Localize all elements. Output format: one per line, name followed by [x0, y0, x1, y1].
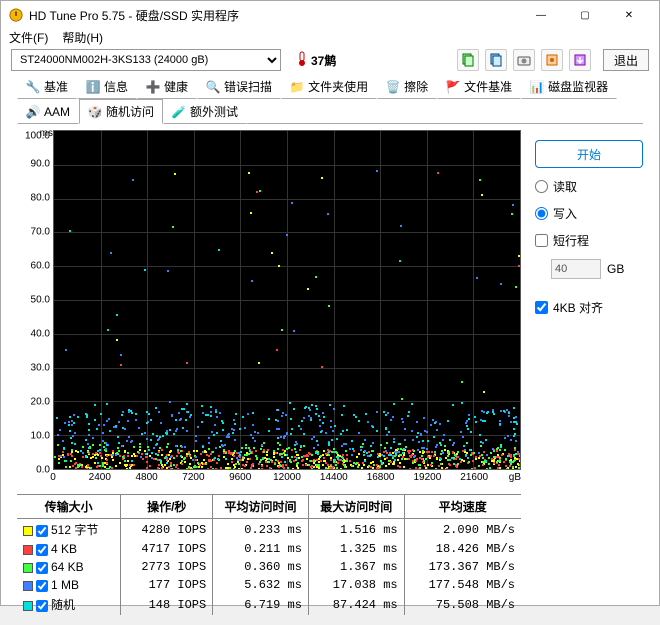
read-radio[interactable]: [535, 180, 548, 193]
table-row: 随机148 IOPS6.719 ms87.424 ms75.508 MB/s: [17, 594, 521, 615]
maximize-button[interactable]: ▢: [563, 1, 607, 29]
window-title: HD Tune Pro 5.75 - 硬盘/SSD 实用程序: [29, 7, 519, 24]
exit-button[interactable]: 退出: [603, 49, 649, 71]
close-button[interactable]: ✕: [607, 1, 651, 29]
short-stroke-checkbox[interactable]: [535, 234, 548, 247]
search-icon: 🔍: [206, 80, 220, 94]
series-checkbox[interactable]: [36, 562, 48, 574]
copy-result-button[interactable]: [485, 49, 507, 71]
x-axis: gB 0240048007200960012000144001680019200…: [53, 472, 521, 486]
tab-folder[interactable]: 📁文件夹使用: [281, 74, 377, 99]
th-max: 最大访问时间: [308, 495, 404, 519]
tab-monitor[interactable]: 📊磁盘监视器: [521, 74, 617, 99]
app-window: HD Tune Pro 5.75 - 硬盘/SSD 实用程序 — ▢ ✕ 文件(…: [0, 0, 660, 606]
gauge-icon: 🔧: [26, 80, 40, 94]
extra-icon: 🧪: [172, 105, 186, 119]
th-size: 传输大小: [17, 495, 121, 519]
th-ops: 操作/秒: [121, 495, 213, 519]
content: ms 0.010.020.030.040.050.060.070.080.090…: [1, 124, 659, 625]
health-icon: ➕: [146, 80, 160, 94]
table-row: 512 字节4280 IOPS0.233 ms1.516 ms2.090 MB/…: [17, 519, 521, 541]
side-panel: 开始 读取 写入 短行程 GB 4KB 对齐: [535, 130, 643, 615]
scatter-plot: [53, 130, 521, 470]
y-axis: ms 0.010.020.030.040.050.060.070.080.090…: [17, 130, 53, 470]
flag-icon: 🚩: [446, 80, 460, 94]
info-icon: ℹ️: [86, 80, 100, 94]
x-unit: gB: [509, 472, 521, 483]
short-stroke-input: [551, 259, 601, 279]
th-speed: 平均速度: [404, 495, 521, 519]
tab-erase[interactable]: 🗑️擦除: [377, 74, 437, 99]
series-checkbox[interactable]: [36, 544, 48, 556]
drive-select[interactable]: ST24000NM002H-3KS133 (24000 gB): [11, 49, 281, 71]
tab-extra[interactable]: 🧪额外测试: [163, 99, 247, 124]
series-checkbox[interactable]: [36, 580, 48, 592]
tab-health[interactable]: ➕健康: [137, 74, 197, 99]
temperature-readout: 37鹪: [297, 51, 336, 70]
thermometer-icon: [297, 51, 307, 70]
tab-random[interactable]: 🎲随机访问: [79, 99, 163, 124]
align-checkbox[interactable]: [535, 301, 548, 314]
settings-button[interactable]: [541, 49, 563, 71]
folder-icon: 📁: [290, 80, 304, 94]
write-radio[interactable]: [535, 207, 548, 220]
tabs: 🔧基准 ℹ️信息 ➕健康 🔍错误扫描 📁文件夹使用 🗑️擦除 🚩文件基准 📊磁盘…: [1, 74, 659, 124]
tab-error[interactable]: 🔍错误扫描: [197, 74, 281, 99]
copy-info-button[interactable]: [457, 49, 479, 71]
menu-file[interactable]: 文件(F): [9, 29, 48, 46]
table-row: 4 KB4717 IOPS0.211 ms1.325 ms18.426 MB/s: [17, 540, 521, 558]
dice-icon: 🎲: [88, 105, 102, 119]
tab-info[interactable]: ℹ️信息: [77, 74, 137, 99]
speaker-icon: 🔊: [26, 105, 40, 119]
monitor-icon: 📊: [530, 80, 544, 94]
results-table: 传输大小 操作/秒 平均访问时间 最大访问时间 平均速度 512 字节4280 …: [17, 494, 521, 615]
erase-icon: 🗑️: [386, 80, 400, 94]
tab-benchmark[interactable]: 🔧基准: [17, 74, 77, 99]
tab-aam[interactable]: 🔊AAM: [17, 99, 79, 124]
save-button[interactable]: [569, 49, 591, 71]
tab-filebench[interactable]: 🚩文件基准: [437, 74, 521, 99]
table-row: 1 MB177 IOPS5.632 ms17.038 ms177.548 MB/…: [17, 576, 521, 594]
chart-area: ms 0.010.020.030.040.050.060.070.080.090…: [17, 130, 521, 615]
start-button[interactable]: 开始: [535, 140, 643, 168]
series-checkbox[interactable]: [36, 525, 48, 537]
toolbar: ST24000NM002H-3KS133 (24000 gB) 37鹪 退出: [1, 46, 659, 74]
table-row: 64 KB2773 IOPS0.360 ms1.367 ms173.367 MB…: [17, 558, 521, 576]
app-icon: [9, 8, 23, 22]
titlebar: HD Tune Pro 5.75 - 硬盘/SSD 实用程序 — ▢ ✕: [1, 1, 659, 29]
menubar: 文件(F) 帮助(H): [1, 29, 659, 46]
th-avg: 平均访问时间: [213, 495, 309, 519]
screenshot-button[interactable]: [513, 49, 535, 71]
menu-help[interactable]: 帮助(H): [62, 29, 103, 46]
minimize-button[interactable]: —: [519, 1, 563, 29]
